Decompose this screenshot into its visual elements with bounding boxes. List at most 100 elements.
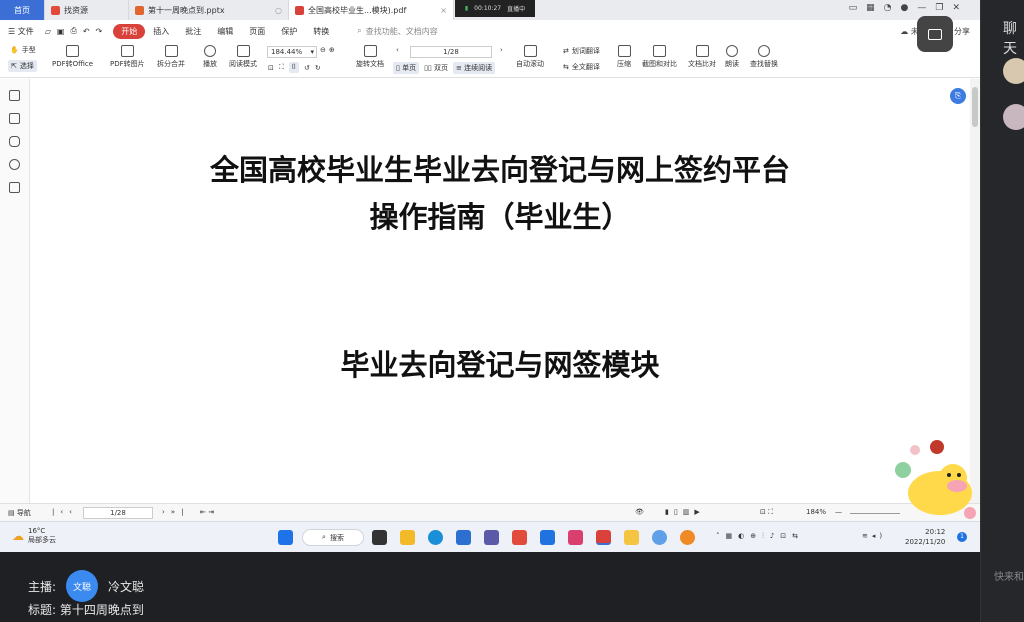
menu-convert[interactable]: 转换 xyxy=(313,26,329,37)
zoom-slider[interactable] xyxy=(850,513,900,514)
edge-icon[interactable] xyxy=(428,530,443,545)
minimize-icon[interactable]: — xyxy=(917,3,926,13)
eye-icon[interactable]: 👁 xyxy=(635,508,644,516)
menu-file[interactable]: ☰ 文件 xyxy=(8,26,34,37)
menu-edit[interactable]: 编辑 xyxy=(217,26,233,37)
double-page-button[interactable]: ▯▯ 双页 xyxy=(424,63,448,73)
compress-button[interactable]: 压缩 xyxy=(617,45,631,69)
app-icon[interactable] xyxy=(540,530,555,545)
fit-icons[interactable]: ⊡ ⛶ xyxy=(760,508,773,517)
bookmark-icon[interactable] xyxy=(9,90,20,101)
wps-icon[interactable] xyxy=(596,530,611,545)
select-tool[interactable]: ⇱ 选择 xyxy=(8,60,37,72)
menu-annotate[interactable]: 批注 xyxy=(185,26,201,37)
chat-input-hint[interactable]: 快来和 xyxy=(994,568,1024,583)
close-icon[interactable]: ○ xyxy=(269,6,282,15)
auto-scroll-button[interactable]: 自动滚动 xyxy=(516,45,544,69)
rotate-right-icon[interactable]: ↻ xyxy=(315,64,321,72)
scroll-thumb[interactable] xyxy=(972,87,978,127)
layout-icon[interactable]: ▭ xyxy=(849,3,858,13)
comment-icon[interactable] xyxy=(9,136,20,147)
notification-badge[interactable]: 1 xyxy=(957,532,967,542)
signature-icon[interactable] xyxy=(9,182,20,193)
zoom-select[interactable]: 184.44% ▾ xyxy=(267,46,317,58)
page-nav-first[interactable]: |‹‹ xyxy=(52,508,78,516)
word-translate-button[interactable]: ⇄ 划词翻译 xyxy=(563,46,600,56)
windows-start-icon[interactable] xyxy=(278,530,293,545)
tab-pdf[interactable]: 全国高校毕业生...模块).pdf × xyxy=(289,0,454,20)
doc-compare-button[interactable]: 文档比对 xyxy=(688,45,716,69)
tray-icons[interactable]: ˄▦◐⊕⫶♪⊡⇆ xyxy=(716,532,804,541)
menu-page[interactable]: 页面 xyxy=(249,26,265,37)
status-zoom[interactable]: 184% xyxy=(806,508,826,516)
zoom-out-icon[interactable]: — xyxy=(835,508,842,516)
pdf-to-office-button[interactable]: PDF转Office xyxy=(52,45,93,69)
page-number-input[interactable]: 1/28 xyxy=(410,46,492,58)
fit-width-icon[interactable]: ⌷ xyxy=(288,62,299,73)
tab-pptx[interactable]: 第十一周晚点到.pptx ○ xyxy=(129,0,289,20)
app-icon[interactable] xyxy=(652,530,667,545)
skin-icon[interactable]: ◔ xyxy=(884,3,892,13)
find-replace-button[interactable]: 查找替换 xyxy=(750,45,778,69)
camera-toggle-button[interactable] xyxy=(917,16,953,52)
prev-page-button[interactable]: ‹ xyxy=(396,46,399,54)
rotate-document-button[interactable]: 旋转文档 xyxy=(356,45,384,69)
open-icon[interactable]: ▱ xyxy=(45,27,51,36)
app-icon[interactable] xyxy=(484,530,499,545)
fit-page-icon[interactable]: ⛶ xyxy=(279,63,284,72)
thumbnail-icon[interactable] xyxy=(9,113,20,124)
redo-icon[interactable]: ↷ xyxy=(96,27,103,36)
avatar[interactable] xyxy=(1003,104,1024,130)
tab-find-resources[interactable]: 找资源 xyxy=(45,0,129,20)
continuous-read-button[interactable]: ≡ 连续阅读 xyxy=(453,62,496,74)
close-icon[interactable]: × xyxy=(434,6,447,15)
avatar[interactable] xyxy=(1003,58,1024,84)
task-view-icon[interactable] xyxy=(372,530,387,545)
network-volume-icons[interactable]: ≋◂) xyxy=(862,532,886,540)
menu-insert[interactable]: 插入 xyxy=(153,26,169,37)
status-page-input[interactable]: 1/28 xyxy=(83,507,153,519)
read-aloud-button[interactable]: 朗读 xyxy=(725,45,739,69)
host-avatar[interactable]: 文聪 xyxy=(66,570,99,602)
zoom-in-icon[interactable]: ⊕ xyxy=(329,46,335,54)
app-icon[interactable] xyxy=(512,530,527,545)
single-page-button[interactable]: ▯ 单页 xyxy=(393,62,420,74)
read-mode-button[interactable]: 阅读模式 xyxy=(229,45,257,69)
floating-tool-button[interactable]: ⎘ xyxy=(950,88,966,104)
tab-home[interactable]: 首页 xyxy=(0,0,45,20)
taskbar-search[interactable]: ⌕ 搜索 xyxy=(302,529,364,546)
view-mode-icons[interactable]: ▮▯▥▶ xyxy=(665,508,705,516)
store-icon[interactable] xyxy=(456,530,471,545)
attachment-icon[interactable] xyxy=(9,159,20,170)
print-icon[interactable]: ⎙ xyxy=(70,26,76,36)
menu-start[interactable]: 开始 xyxy=(113,23,146,39)
hand-tool[interactable]: ✋ 手型 xyxy=(10,45,36,55)
close-window-icon[interactable]: ✕ xyxy=(952,3,960,13)
back-icon[interactable]: ⇤ ⇥ xyxy=(200,508,214,516)
actual-size-icon[interactable]: ⊡ xyxy=(268,64,274,72)
menu-protect[interactable]: 保护 xyxy=(281,26,297,37)
nav-toggle[interactable]: ▤ 导航 xyxy=(8,508,31,518)
grid-icon[interactable]: ▦ xyxy=(866,3,875,13)
play-button[interactable]: 播放 xyxy=(203,45,217,69)
screenshot-compare-button[interactable]: 截图和对比 xyxy=(642,45,677,69)
taskbar-clock[interactable]: 20:12 2022/11/20 xyxy=(905,527,945,547)
undo-icon[interactable]: ↶ xyxy=(83,27,90,36)
split-merge-button[interactable]: 拆分合并 xyxy=(157,45,185,69)
save-icon[interactable]: ▣ xyxy=(57,27,65,36)
zoom-out-icon[interactable]: ⊖ xyxy=(320,46,326,54)
page-nav-last[interactable]: ›»| xyxy=(162,508,189,516)
avatar[interactable]: ● xyxy=(901,3,909,13)
rotate-left-icon[interactable]: ↺ xyxy=(304,64,310,72)
app-icon[interactable] xyxy=(568,530,583,545)
chat-title: 聊天 xyxy=(1003,21,1017,57)
next-page-button[interactable]: › xyxy=(500,46,503,54)
restore-icon[interactable]: ❐ xyxy=(935,3,943,13)
app-icon[interactable] xyxy=(624,530,639,545)
file-explorer-icon[interactable] xyxy=(400,530,415,545)
full-translate-button[interactable]: ⇆ 全文翻译 xyxy=(563,62,600,72)
feature-search[interactable]: ⌕ 查找功能、文档内容 xyxy=(357,26,437,37)
weather-widget[interactable]: ☁ 16°C 局部多云 xyxy=(12,527,56,545)
app-icon[interactable] xyxy=(680,530,695,545)
pdf-to-image-button[interactable]: PDF转图片 xyxy=(110,45,145,69)
